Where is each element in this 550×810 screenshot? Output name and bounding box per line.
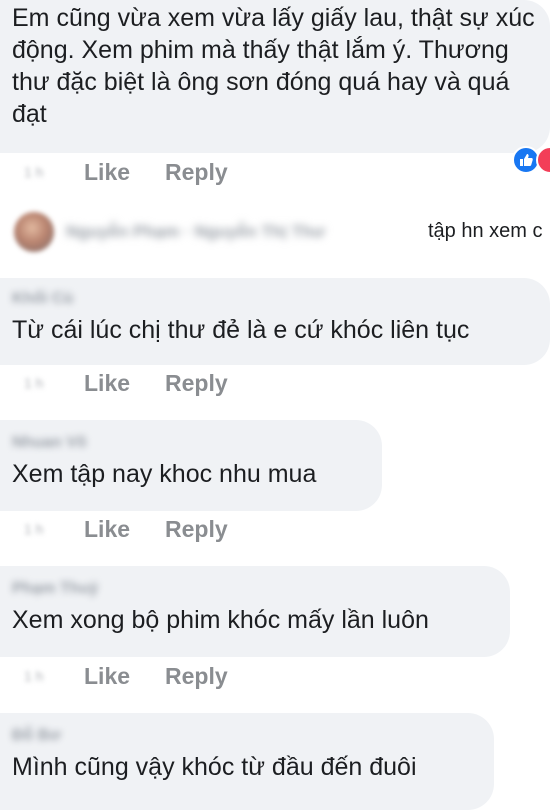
comment-time[interactable]: 1 h xyxy=(0,375,64,391)
like-button[interactable]: Like xyxy=(84,159,130,186)
reply-author-names: Nguyễn Phạm · Nguyễn Thị Thư xyxy=(66,222,325,241)
comment-author[interactable]: Đỗ Bơ xyxy=(12,726,61,746)
like-button[interactable]: Like xyxy=(84,370,130,397)
comment-actions: 1 h Like Reply xyxy=(0,155,228,189)
comment-bubble: Em cũng vừa xem vừa lấy giấy lau, thật s… xyxy=(0,0,550,153)
comment-text: Xem xong bộ phim khóc mấy lần luôn xyxy=(12,606,429,634)
comment-text: Từ cái lúc chị thư đẻ là e cứ khóc liên … xyxy=(12,316,470,344)
comment-bubble: Khổi Cù Từ cái lúc chị thư đẻ là e cứ kh… xyxy=(0,278,550,365)
comment-time[interactable]: 1 h xyxy=(0,521,64,537)
reply-button[interactable]: Reply xyxy=(165,370,228,397)
comment-text: Mình cũng vậy khóc từ đầu đến đuôi xyxy=(12,753,417,781)
comment-time[interactable]: 1 h xyxy=(0,668,64,684)
comment-author[interactable]: Nhuan Võ xyxy=(12,433,87,453)
reaction-summary[interactable] xyxy=(512,145,550,175)
avatar xyxy=(14,212,54,252)
comment-text: Xem tập nay khoc nhu mua xyxy=(12,460,317,488)
reply-button[interactable]: Reply xyxy=(165,516,228,543)
reply-button[interactable]: Reply xyxy=(165,663,228,690)
reply-preview[interactable]: Nguyễn Phạm · Nguyễn Thị Thư tập hn xem … xyxy=(0,208,550,256)
comment-time[interactable]: 1 h xyxy=(0,164,64,180)
comment-actions: 1 h Like Reply xyxy=(0,659,228,693)
heart-icon xyxy=(536,146,550,174)
comment-author[interactable]: Phạm Thuỷ xyxy=(12,579,98,599)
comment-text: Em cũng vừa xem vừa lấy giấy lau, thật s… xyxy=(12,4,542,128)
comment-bubble: Nhuan Võ Xem tập nay khoc nhu mua xyxy=(0,420,382,511)
comment-author[interactable]: Khổi Cù xyxy=(12,289,73,309)
comment-bubble: Phạm Thuỷ Xem xong bộ phim khóc mấy lần … xyxy=(0,566,510,657)
comment-actions: 1 h Like Reply xyxy=(0,512,228,546)
reply-button[interactable]: Reply xyxy=(165,159,228,186)
comment-bubble: Đỗ Bơ Mình cũng vậy khóc từ đầu đến đuôi xyxy=(0,713,494,810)
comment-actions: 1 h Like Reply xyxy=(0,366,228,400)
like-button[interactable]: Like xyxy=(84,663,130,690)
like-button[interactable]: Like xyxy=(84,516,130,543)
reply-snippet: tập hn xem c xyxy=(428,220,543,242)
